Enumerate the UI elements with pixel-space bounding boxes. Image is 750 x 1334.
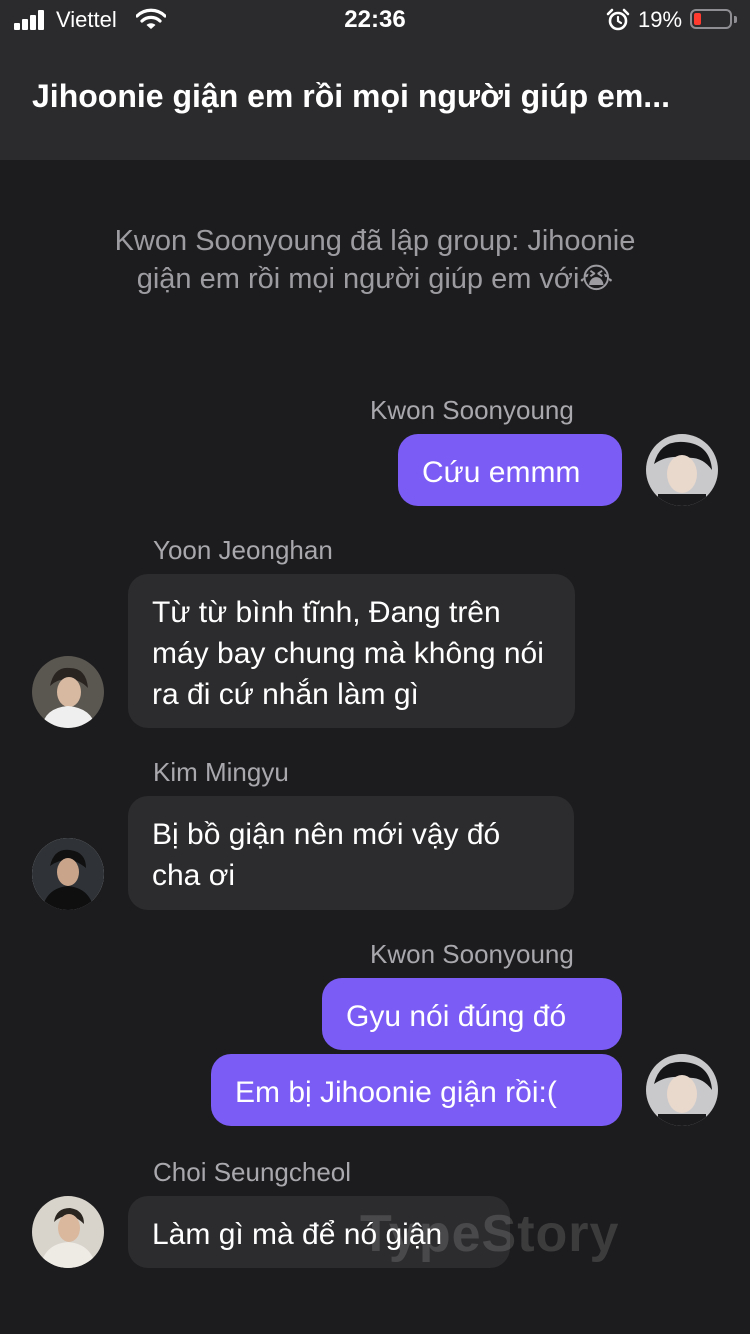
sender-name: Kwon Soonyoung [370, 939, 574, 969]
message-bubble-incoming[interactable]: Bị bồ giận nên mới vậy đó cha ơi [128, 796, 574, 910]
message-bubble-incoming[interactable]: Từ từ bình tĩnh, Đang trên máy bay chung… [128, 574, 575, 728]
message-bubble-outgoing[interactable]: Gyu nói đúng đó [322, 978, 622, 1050]
sender-name: Kwon Soonyoung [370, 395, 574, 425]
watermark: TypeStory [360, 1205, 620, 1263]
status-bar: Viettel 22:36 19% [0, 0, 750, 40]
avatar-yoon-jeonghan[interactable] [32, 656, 104, 728]
avatar-kwon-soonyoung[interactable] [646, 434, 718, 506]
battery-percentage: 19% [638, 7, 683, 32]
avatar-kwon-soonyoung[interactable] [646, 1054, 718, 1126]
chat-title[interactable]: Jihoonie giận em rồi mọi người giúp em..… [32, 78, 722, 115]
sender-name: Kim Mingyu [153, 757, 289, 787]
sender-name: Choi Seungcheol [153, 1157, 352, 1187]
message-bubble-outgoing[interactable]: Cứu emmm [398, 434, 622, 506]
message-bubble-outgoing[interactable]: Em bị Jihoonie giận rồi:( [211, 1054, 622, 1126]
top-bar: Viettel 22:36 19% Jihoonie giận em rồi m… [0, 0, 750, 160]
group-created-message: Kwon Soonyoung đã lập group: Jihoonie gi… [114, 225, 636, 295]
sender-name: Yoon Jeonghan [153, 535, 333, 565]
alarm-icon [606, 8, 630, 31]
avatar-choi-seungcheol[interactable] [32, 1196, 104, 1268]
battery-icon [690, 9, 737, 29]
avatar-kim-mingyu[interactable] [32, 838, 104, 910]
